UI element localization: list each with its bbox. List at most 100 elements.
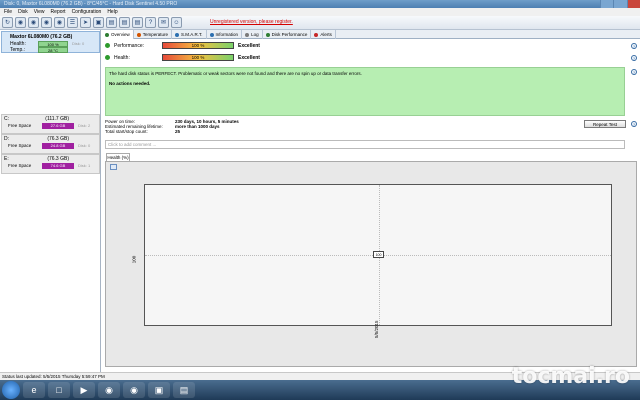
startstop-label: Total start/stop count:	[105, 129, 148, 134]
help-icon[interactable]: ?	[631, 69, 637, 75]
firefox-icon[interactable]: ◉	[123, 382, 145, 398]
tab-disk-performance[interactable]: Disk Performance	[263, 30, 312, 39]
chrome-icon[interactable]: ◉	[98, 382, 120, 398]
folder-icon[interactable]: □	[48, 382, 70, 398]
media-icon[interactable]: ▶	[73, 382, 95, 398]
disk-info: Power on time: 230 days, 10 hours, 5 minu…	[105, 119, 305, 134]
free-space-bar: 74.6 GB	[42, 163, 74, 169]
performance-icon[interactable]: ◉	[54, 17, 65, 28]
refresh-icon[interactable]: ↻	[2, 17, 13, 28]
menu-file[interactable]: File	[3, 9, 13, 15]
tab-alerts[interactable]: Alerts	[311, 30, 336, 39]
log-icon	[245, 32, 250, 37]
help-icon[interactable]: ?	[631, 43, 637, 49]
performance-row: Performance: 100 % Excellent ?	[102, 41, 640, 51]
temp-bar: 28 °C	[38, 47, 68, 53]
repeat-test-button[interactable]: Repeat Test	[584, 120, 626, 128]
tab-log[interactable]: Log	[242, 30, 263, 39]
disk-item[interactable]: Maxtor 6L080M0 (76.2 GB) Health: 100 % D…	[1, 31, 100, 53]
free-space-label: Free Space	[8, 163, 32, 168]
performance-label: Performance:	[114, 43, 145, 49]
volume-letter: E:	[4, 156, 9, 162]
tab-label: S.M.A.R.T.	[181, 32, 203, 37]
chart-icon[interactable]: ▤	[132, 17, 143, 28]
minimize-button[interactable]	[600, 0, 614, 8]
disk-number: Disk: 0	[72, 41, 85, 46]
help-icon[interactable]: ?	[631, 121, 637, 127]
tab-temperature[interactable]: Temperature	[134, 30, 173, 39]
log-icon[interactable]: ▤	[119, 17, 130, 28]
health-plot: 100	[144, 184, 612, 326]
report-icon[interactable]: ☰	[67, 17, 78, 28]
tab-label: Temperature	[142, 32, 169, 37]
hds-icon[interactable]: ▣	[148, 382, 170, 398]
tab-label: Information	[215, 32, 239, 37]
forward-icon[interactable]: ➤	[80, 17, 91, 28]
performance-bar: 100 %	[162, 42, 234, 49]
dashboard-icon[interactable]: ▤	[106, 17, 117, 28]
volume-size: (76.3 GB)	[47, 156, 69, 162]
data-point-label: 100	[373, 251, 384, 258]
graph-panel: 100 100 5/5/2015	[105, 161, 637, 367]
title-bar: Disk: 0, Maxtor 6L080M0 (76.2 GB) - 8°C/…	[0, 0, 640, 8]
volume-item[interactable]: E: (76.3 GB) Free Space 74.6 GB Disk: 1	[1, 154, 100, 174]
comment-field[interactable]: Click to add comment ...	[105, 140, 625, 149]
menu-disk[interactable]: Disk	[17, 9, 29, 15]
performance-rating: Excellent	[238, 43, 260, 49]
volume-item[interactable]: C: (111.7 GB) Free Space 27.6 GB Disk: 2	[1, 114, 100, 134]
ie-icon[interactable]: e	[23, 382, 45, 398]
disk-sidebar: Maxtor 6L080M0 (76.2 GB) Health: 100 % D…	[0, 30, 101, 372]
tab-label: Log	[251, 32, 259, 37]
volume-disk: Disk: 2	[78, 123, 91, 128]
menu-configuration[interactable]: Configuration	[71, 9, 103, 15]
menu-help[interactable]: Help	[106, 9, 118, 15]
users-icon[interactable]: ☺	[171, 17, 182, 28]
mail-icon[interactable]: ✉	[158, 17, 169, 28]
graph-settings-icon[interactable]	[110, 164, 117, 170]
start-orb-icon[interactable]	[2, 381, 20, 399]
actions-text: No actions needed.	[109, 81, 151, 86]
volume-disk: Disk: 1	[78, 163, 91, 168]
monitor-icon[interactable]: ▣	[93, 17, 104, 28]
volume-size: (111.7 GB)	[45, 116, 69, 122]
y-axis-tick: 100	[131, 255, 137, 264]
menu-report[interactable]: Report	[50, 9, 67, 15]
temp-row: Temp.: 28 °C	[10, 47, 100, 53]
temperature-icon	[136, 32, 141, 37]
disk-icon[interactable]: ◉	[15, 17, 26, 28]
tab-strip: Overview Temperature S.M.A.R.T. Informat…	[102, 30, 640, 39]
tab-label: Disk Performance	[271, 32, 308, 37]
graph-tab[interactable]: Health (%)	[106, 153, 130, 161]
alerts-icon	[314, 32, 319, 37]
free-space-bar: 24.8 GB	[42, 143, 74, 149]
smart-icon	[175, 32, 180, 37]
unregistered-link[interactable]: Unregistered version, please register.	[210, 19, 293, 25]
main-panel: Overview Temperature S.M.A.R.T. Informat…	[102, 30, 640, 372]
maximize-button[interactable]	[613, 0, 627, 8]
health-rating: Excellent	[238, 55, 260, 61]
close-button[interactable]	[626, 0, 640, 8]
disk-select-icon[interactable]: ◉	[28, 17, 39, 28]
menu-view[interactable]: View	[33, 9, 46, 15]
free-space-label: Free Space	[8, 143, 32, 148]
volume-letter: C:	[4, 116, 9, 122]
paint-icon[interactable]: ▤	[173, 382, 195, 398]
toolbar: ↻ ◉ ◉ ◉ ◉ ☰ ➤ ▣ ▤ ▤ ▤ ? ✉ ☺ Unregistered…	[0, 16, 640, 30]
volume-disk: Disk: 0	[78, 143, 91, 148]
status-message-box: The hard disk status is PERFECT. Problem…	[105, 67, 625, 116]
lifetime-value: more than 1000 days	[175, 124, 220, 129]
volume-item[interactable]: D: (76.3 GB) Free Space 24.8 GB Disk: 0	[1, 134, 100, 154]
surface-test-icon[interactable]: ◉	[41, 17, 52, 28]
health-label: Health:	[114, 55, 130, 61]
startstop-value: 25	[175, 129, 181, 134]
disk-name: Maxtor 6L080M0 (76.2 GB)	[10, 34, 73, 40]
tab-smart[interactable]: S.M.A.R.T.	[172, 30, 207, 39]
check-icon	[105, 55, 110, 60]
tab-overview[interactable]: Overview	[102, 30, 134, 39]
help-icon[interactable]: ?	[145, 17, 156, 28]
tab-label: Overview	[111, 32, 130, 37]
tab-information[interactable]: Information	[207, 30, 243, 39]
free-space-bar: 27.6 GB	[42, 123, 74, 129]
help-icon[interactable]: ?	[631, 55, 637, 61]
menu-bar: File Disk View Report Configuration Help	[0, 8, 640, 16]
